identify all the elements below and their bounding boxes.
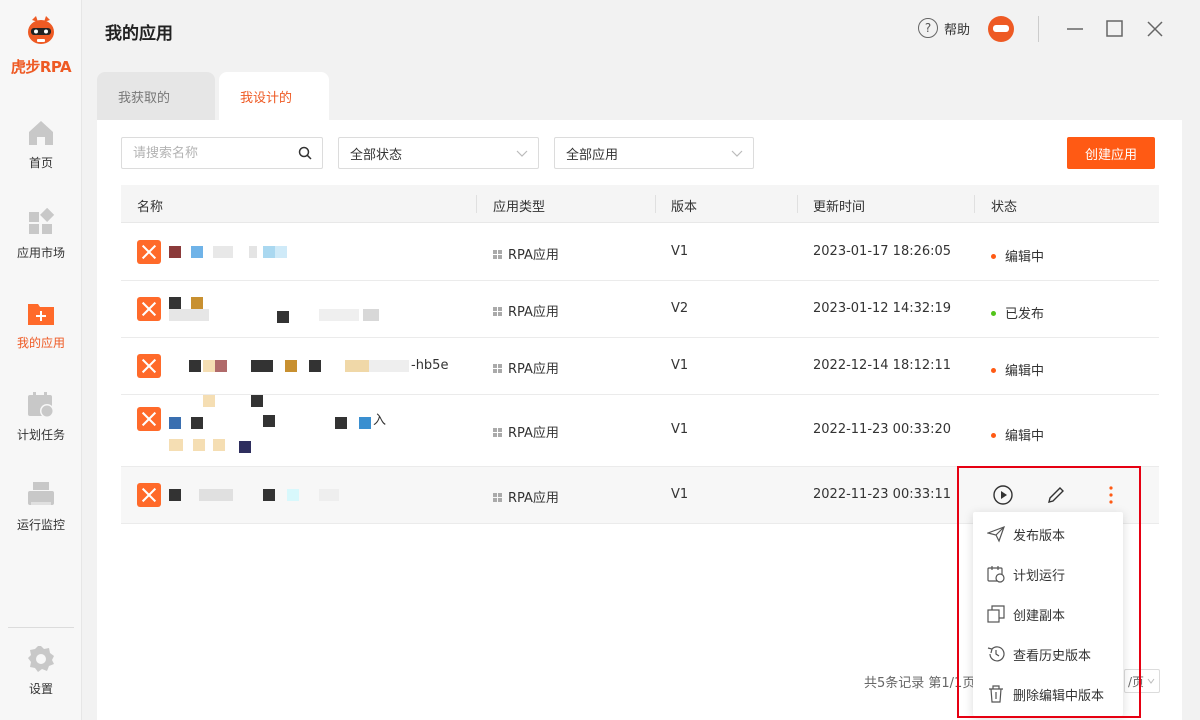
app-updated: 2022-11-23 00:33:11 xyxy=(813,487,952,502)
tab-designed[interactable]: 我设计的 xyxy=(219,72,329,120)
app-select[interactable]: 全部应用 xyxy=(554,137,754,169)
status-badge: 编辑中 xyxy=(991,360,1044,379)
sidebar-item-label: 我的应用 xyxy=(16,336,65,350)
app-version: V2 xyxy=(671,301,689,316)
logo-mascot-icon xyxy=(24,14,58,48)
column-divider xyxy=(797,195,798,213)
app-name-redacted xyxy=(169,489,369,503)
chevron-down-icon xyxy=(1147,678,1155,684)
app-icon xyxy=(137,240,161,264)
column-divider xyxy=(655,195,656,213)
app-version: V1 xyxy=(671,422,689,437)
app-type-icon xyxy=(493,493,503,503)
app-updated: 2023-01-12 14:32:19 xyxy=(813,301,952,316)
app-icon xyxy=(137,407,161,431)
home-icon xyxy=(26,118,56,148)
table-row[interactable]: RPA应用 V2 2023-01-12 14:32:19 已发布 xyxy=(121,281,1159,338)
sidebar-item-home[interactable]: 首页 xyxy=(0,118,82,171)
folder-plus-icon xyxy=(26,298,56,328)
help-label: 帮助 xyxy=(944,22,971,38)
status-select-value: 全部状态 xyxy=(350,147,403,163)
app-name-redacted xyxy=(169,297,389,323)
column-header-updated: 更新时间 xyxy=(813,200,866,215)
app-type-icon xyxy=(493,307,503,317)
maximize-icon[interactable] xyxy=(1103,17,1127,41)
help-icon: ? xyxy=(918,18,938,38)
sidebar-item-label: 设置 xyxy=(28,682,53,696)
topbar: 我的应用 ? 帮助 xyxy=(82,0,1200,60)
help-button[interactable]: ? 帮助 xyxy=(918,18,970,38)
search-icon[interactable] xyxy=(298,146,312,160)
page-title: 我的应用 xyxy=(105,24,173,44)
brand-name: 虎步RPA xyxy=(10,58,72,76)
grid-icon xyxy=(26,207,56,238)
sidebar-item-label: 运行监控 xyxy=(16,518,65,532)
app-type: RPA应用 xyxy=(493,487,559,506)
gear-icon xyxy=(26,644,56,674)
sidebar-item-schedule[interactable]: 计划任务 xyxy=(0,390,82,443)
column-divider xyxy=(974,195,975,213)
sidebar-item-label: 应用市场 xyxy=(16,246,65,260)
calendar-clock-icon xyxy=(26,390,56,420)
status-badge: 编辑中 xyxy=(991,425,1044,444)
app-type: RPA应用 xyxy=(493,422,559,441)
column-header-version: 版本 xyxy=(671,200,698,215)
app-version: V1 xyxy=(671,358,689,373)
app-name-redacted xyxy=(169,246,329,260)
column-header-name: 名称 xyxy=(137,200,164,215)
column-header-status: 状态 xyxy=(991,200,1018,215)
app-type-icon xyxy=(493,428,503,438)
divider xyxy=(1038,16,1039,42)
sidebar: 虎步RPA 首页 应用市场 我的应用 计划任务 运行监控 设置 xyxy=(0,0,82,720)
chevron-down-icon xyxy=(516,150,528,157)
app-type: RPA应用 xyxy=(493,358,559,377)
table-header: 名称 应用类型 版本 更新时间 状态 xyxy=(121,185,1159,223)
app-select-value: 全部应用 xyxy=(566,147,619,163)
app-updated: 2022-12-14 18:12:11 xyxy=(813,358,952,373)
app-type-icon xyxy=(493,250,503,260)
app-updated: 2022-11-23 00:33:20 xyxy=(813,422,952,437)
status-select[interactable]: 全部状态 xyxy=(338,137,539,169)
create-app-button[interactable]: 创建应用 xyxy=(1067,137,1155,169)
status-badge: 已发布 xyxy=(991,303,1044,322)
app-icon xyxy=(137,354,161,378)
avatar[interactable] xyxy=(988,16,1014,42)
app-type: RPA应用 xyxy=(493,301,559,320)
logo: 虎步RPA xyxy=(0,14,82,77)
table-row[interactable]: RPA应用 V1 2023-01-17 18:26:05 编辑中 xyxy=(121,224,1159,281)
status-badge: 编辑中 xyxy=(991,246,1044,265)
table-row[interactable]: -hb5e RPA应用 V1 2022-12-14 18:12:11 编辑中 xyxy=(121,338,1159,395)
search-input[interactable] xyxy=(122,138,292,168)
sidebar-divider xyxy=(8,627,74,628)
column-header-type: 应用类型 xyxy=(493,200,546,215)
table-row[interactable]: 入 RPA应用 V1 2022-11-23 00:33:20 编辑中 xyxy=(121,395,1159,467)
sidebar-item-label: 计划任务 xyxy=(16,428,65,442)
sidebar-item-market[interactable]: 应用市场 xyxy=(0,207,82,261)
minimize-icon[interactable] xyxy=(1063,17,1087,41)
tab-acquired[interactable]: 我获取的 xyxy=(97,72,215,120)
sidebar-item-my-apps[interactable]: 我的应用 xyxy=(0,298,82,351)
sidebar-item-settings[interactable]: 设置 xyxy=(0,644,82,697)
search-field[interactable] xyxy=(121,137,323,169)
app-icon xyxy=(137,483,161,507)
column-divider xyxy=(476,195,477,213)
close-icon[interactable] xyxy=(1143,17,1167,41)
sidebar-item-label: 首页 xyxy=(28,156,53,170)
sidebar-item-monitor[interactable]: 运行监控 xyxy=(0,480,82,533)
app-type: RPA应用 xyxy=(493,244,559,263)
app-icon xyxy=(137,297,161,321)
app-name-suffix: 入 xyxy=(373,413,387,428)
highlight-box xyxy=(957,466,1141,718)
app-name-suffix: -hb5e xyxy=(411,358,449,373)
app-version: V1 xyxy=(671,244,689,259)
app-version: V1 xyxy=(671,487,689,502)
app-updated: 2023-01-17 18:26:05 xyxy=(813,244,952,259)
chevron-down-icon xyxy=(731,150,743,157)
app-type-icon xyxy=(493,364,503,374)
monitor-icon xyxy=(26,480,56,510)
